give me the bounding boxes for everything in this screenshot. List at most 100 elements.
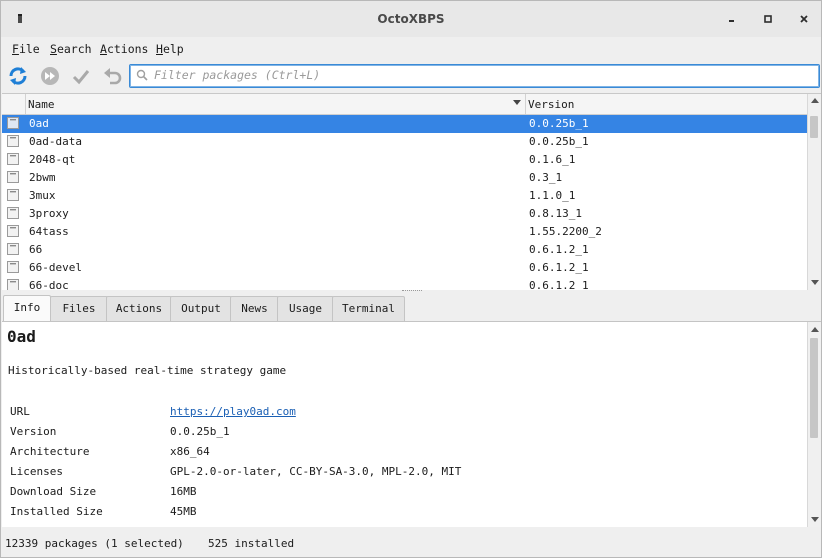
sort-descending-icon xyxy=(513,100,521,105)
package-list-header: Name Version xyxy=(2,94,807,115)
table-row[interactable]: 0ad 0.0.25b_1 xyxy=(2,115,807,133)
menu-search[interactable]: Search xyxy=(50,42,92,56)
package-status-icon xyxy=(7,243,19,255)
tab-usage[interactable]: Usage xyxy=(277,296,334,321)
search-icon xyxy=(136,69,148,81)
table-row[interactable]: 3mux 1.1.0_1 xyxy=(2,187,807,205)
maximize-icon xyxy=(764,15,772,23)
package-description: Historically-based real-time strategy ga… xyxy=(8,364,287,377)
maximize-button[interactable] xyxy=(760,11,776,27)
package-status-icon xyxy=(7,171,19,183)
package-status-icon xyxy=(7,189,19,201)
scroll-up-icon[interactable] xyxy=(811,98,819,103)
table-row[interactable]: 2048-qt 0.1.6_1 xyxy=(2,151,807,169)
apply-check-icon[interactable] xyxy=(70,65,92,87)
package-rows: 0ad 0.0.25b_1 0ad-data 0.0.25b_1 2048-qt 0.1.… xyxy=(2,115,807,290)
scrollbar-thumb[interactable] xyxy=(810,116,818,138)
field-value-architecture: x86_64 xyxy=(170,445,210,458)
filter-box xyxy=(129,64,820,88)
scrollbar-thumb[interactable] xyxy=(810,338,818,438)
menu-actions[interactable]: Actions xyxy=(100,42,148,56)
menu-file-accel: F xyxy=(12,42,19,56)
menu-file[interactable]: File xyxy=(12,42,40,56)
package-status-icon xyxy=(7,153,19,165)
package-name-cell: 0ad xyxy=(29,117,49,130)
status-package-count: 12339 packages (1 selected) xyxy=(5,537,184,550)
tab-files[interactable]: Files xyxy=(50,296,108,321)
package-version-cell: 0.1.6_1 xyxy=(529,153,576,166)
package-version-cell: 0.6.1.2_1 xyxy=(529,243,589,256)
package-name-cell: 66-devel xyxy=(29,261,82,274)
field-key-licenses: Licenses xyxy=(10,465,63,478)
package-name-cell: 2048-qt xyxy=(29,153,76,166)
package-list-scrollbar[interactable] xyxy=(807,94,821,290)
menu-help[interactable]: Help xyxy=(156,42,184,56)
package-version-cell: 0.3_1 xyxy=(529,171,563,184)
field-key-download-size: Download Size xyxy=(10,485,97,498)
package-name-cell: 3proxy xyxy=(29,207,69,220)
package-status-icon xyxy=(7,135,19,147)
package-version-cell: 1.1.0_1 xyxy=(529,189,576,202)
package-name-cell: 66-doc xyxy=(29,279,69,290)
close-icon xyxy=(800,15,808,23)
splitter-handle[interactable] xyxy=(402,290,422,294)
table-row[interactable]: 2bwm 0.3_1 xyxy=(2,169,807,187)
status-installed-count: 525 installed xyxy=(208,537,295,550)
package-name-cell: 0ad-data xyxy=(29,135,82,148)
minimize-icon xyxy=(729,20,734,22)
skip-forward-icon[interactable] xyxy=(39,65,61,87)
package-status-icon xyxy=(7,225,19,237)
package-version-cell: 0.0.25b_1 xyxy=(529,135,589,148)
table-row[interactable]: 64tass 1.55.2200_2 xyxy=(2,223,807,241)
undo-icon[interactable] xyxy=(101,65,123,87)
column-header-version[interactable]: Version xyxy=(528,98,574,111)
package-version-cell: 0.6.1.2_1 xyxy=(529,279,589,290)
sync-icon[interactable] xyxy=(7,65,29,87)
field-value-version: 0.0.25b_1 xyxy=(170,425,230,438)
scroll-up-icon[interactable] xyxy=(811,327,819,332)
tab-terminal[interactable]: Terminal xyxy=(332,296,405,321)
window-title: OctoXBPS xyxy=(377,12,445,26)
menu-bar: File Search Actions Help xyxy=(1,38,821,60)
table-row[interactable]: 3proxy 0.8.13_1 xyxy=(2,205,807,223)
package-version-cell: 0.8.13_1 xyxy=(529,207,582,220)
field-key-url: URL xyxy=(10,405,30,418)
table-row[interactable]: 0ad-data 0.0.25b_1 xyxy=(2,133,807,151)
field-value-url-link[interactable]: https://play0ad.com xyxy=(170,405,296,418)
column-header-name[interactable]: Name xyxy=(28,98,55,111)
field-key-version: Version xyxy=(10,425,57,438)
package-name-cell: 66 xyxy=(29,243,43,256)
table-row[interactable]: 66-devel 0.6.1.2_1 xyxy=(2,259,807,277)
field-key-installed-size: Installed Size xyxy=(10,505,103,518)
minimize-button[interactable] xyxy=(724,11,740,27)
header-separator xyxy=(525,94,526,114)
package-status-icon xyxy=(7,279,19,290)
close-button[interactable] xyxy=(796,11,812,27)
package-version-cell: 1.55.2200_2 xyxy=(529,225,602,238)
field-value-download-size: 16MB xyxy=(170,485,197,498)
package-name-heading: 0ad xyxy=(7,327,36,346)
tab-info[interactable]: Info xyxy=(3,295,51,321)
table-row[interactable]: 66-doc 0.6.1.2_1 xyxy=(2,277,807,290)
info-panel: 0ad Historically-based real-time strateg… xyxy=(2,321,821,527)
package-name-cell: 2bwm xyxy=(29,171,56,184)
package-name-cell: 64tass xyxy=(29,225,69,238)
package-status-icon xyxy=(7,117,19,129)
scroll-down-icon[interactable] xyxy=(811,280,819,285)
package-version-cell: 0.6.1.2_1 xyxy=(529,261,589,274)
scroll-down-icon[interactable] xyxy=(811,517,819,522)
field-value-licenses: GPL-2.0-or-later, CC-BY-SA-3.0, MPL-2.0,… xyxy=(170,465,462,478)
info-panel-scrollbar[interactable] xyxy=(807,322,821,527)
main-window: OctoXBPS File Search Actions Help Filter… xyxy=(0,0,822,558)
filter-packages-input[interactable] xyxy=(154,67,804,83)
table-row[interactable]: 66 0.6.1.2_1 xyxy=(2,241,807,259)
field-key-architecture: Architecture xyxy=(10,445,90,458)
tab-output[interactable]: Output xyxy=(170,296,232,321)
header-separator xyxy=(25,94,26,114)
menu-help-accel: H xyxy=(156,42,163,56)
status-bar: 12339 packages (1 selected) 525 installe… xyxy=(1,528,821,557)
tab-actions[interactable]: Actions xyxy=(106,296,172,321)
tab-news[interactable]: News xyxy=(230,296,279,321)
menu-actions-label: ctions xyxy=(106,42,149,56)
menu-search-label: earch xyxy=(56,42,92,56)
